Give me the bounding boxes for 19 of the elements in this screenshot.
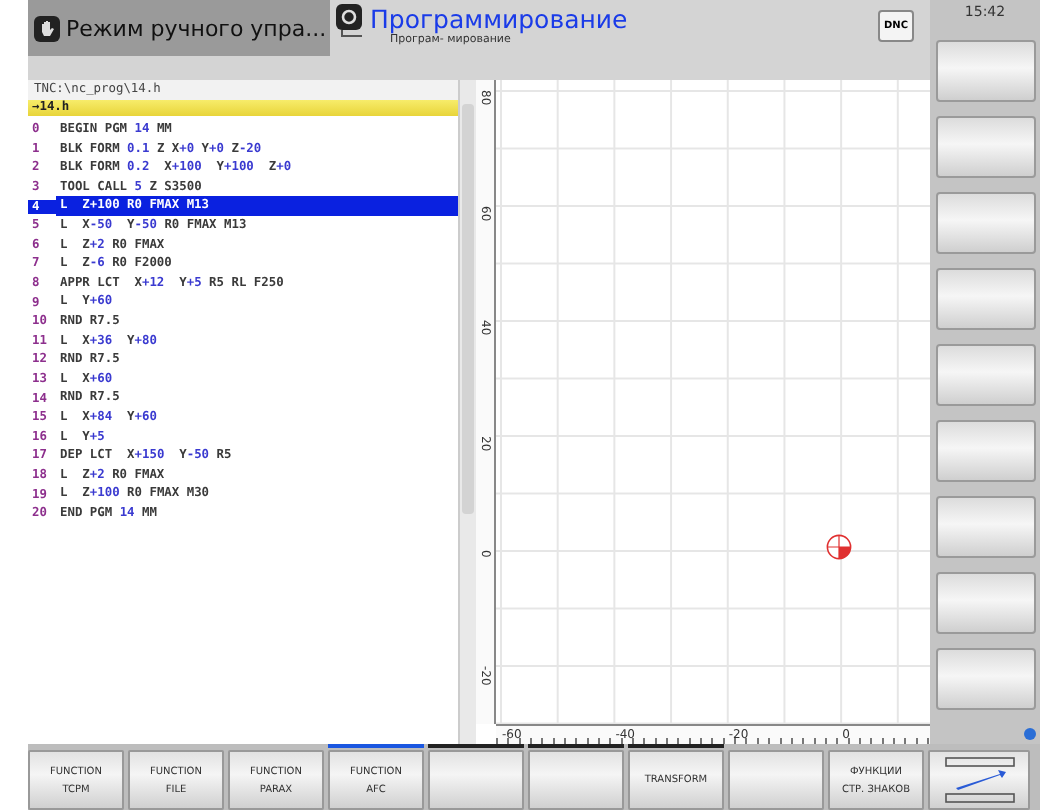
hand-icon	[34, 15, 60, 41]
side-softkey[interactable]	[935, 344, 1035, 406]
scrollbar[interactable]	[458, 80, 476, 744]
side-softkey[interactable]	[935, 192, 1035, 254]
softkey[interactable]	[728, 750, 824, 810]
softkey[interactable]	[528, 750, 624, 810]
mode-tab[interactable]: Режим ручного упра...	[28, 0, 330, 56]
datum-icon	[826, 534, 852, 560]
side-softkey[interactable]	[935, 572, 1035, 634]
softkey-rows-icon	[939, 756, 1019, 804]
softkey-row-button[interactable]	[928, 750, 1030, 810]
mode-title[interactable]: Программирование	[370, 4, 628, 34]
side-softkey[interactable]	[935, 40, 1035, 102]
side-softkey[interactable]	[935, 420, 1035, 482]
side-softkey[interactable]	[935, 268, 1035, 330]
softkey[interactable]	[428, 750, 524, 810]
side-softkey[interactable]	[935, 496, 1035, 558]
side-softkey[interactable]	[935, 116, 1035, 178]
side-softkey[interactable]	[935, 648, 1035, 710]
